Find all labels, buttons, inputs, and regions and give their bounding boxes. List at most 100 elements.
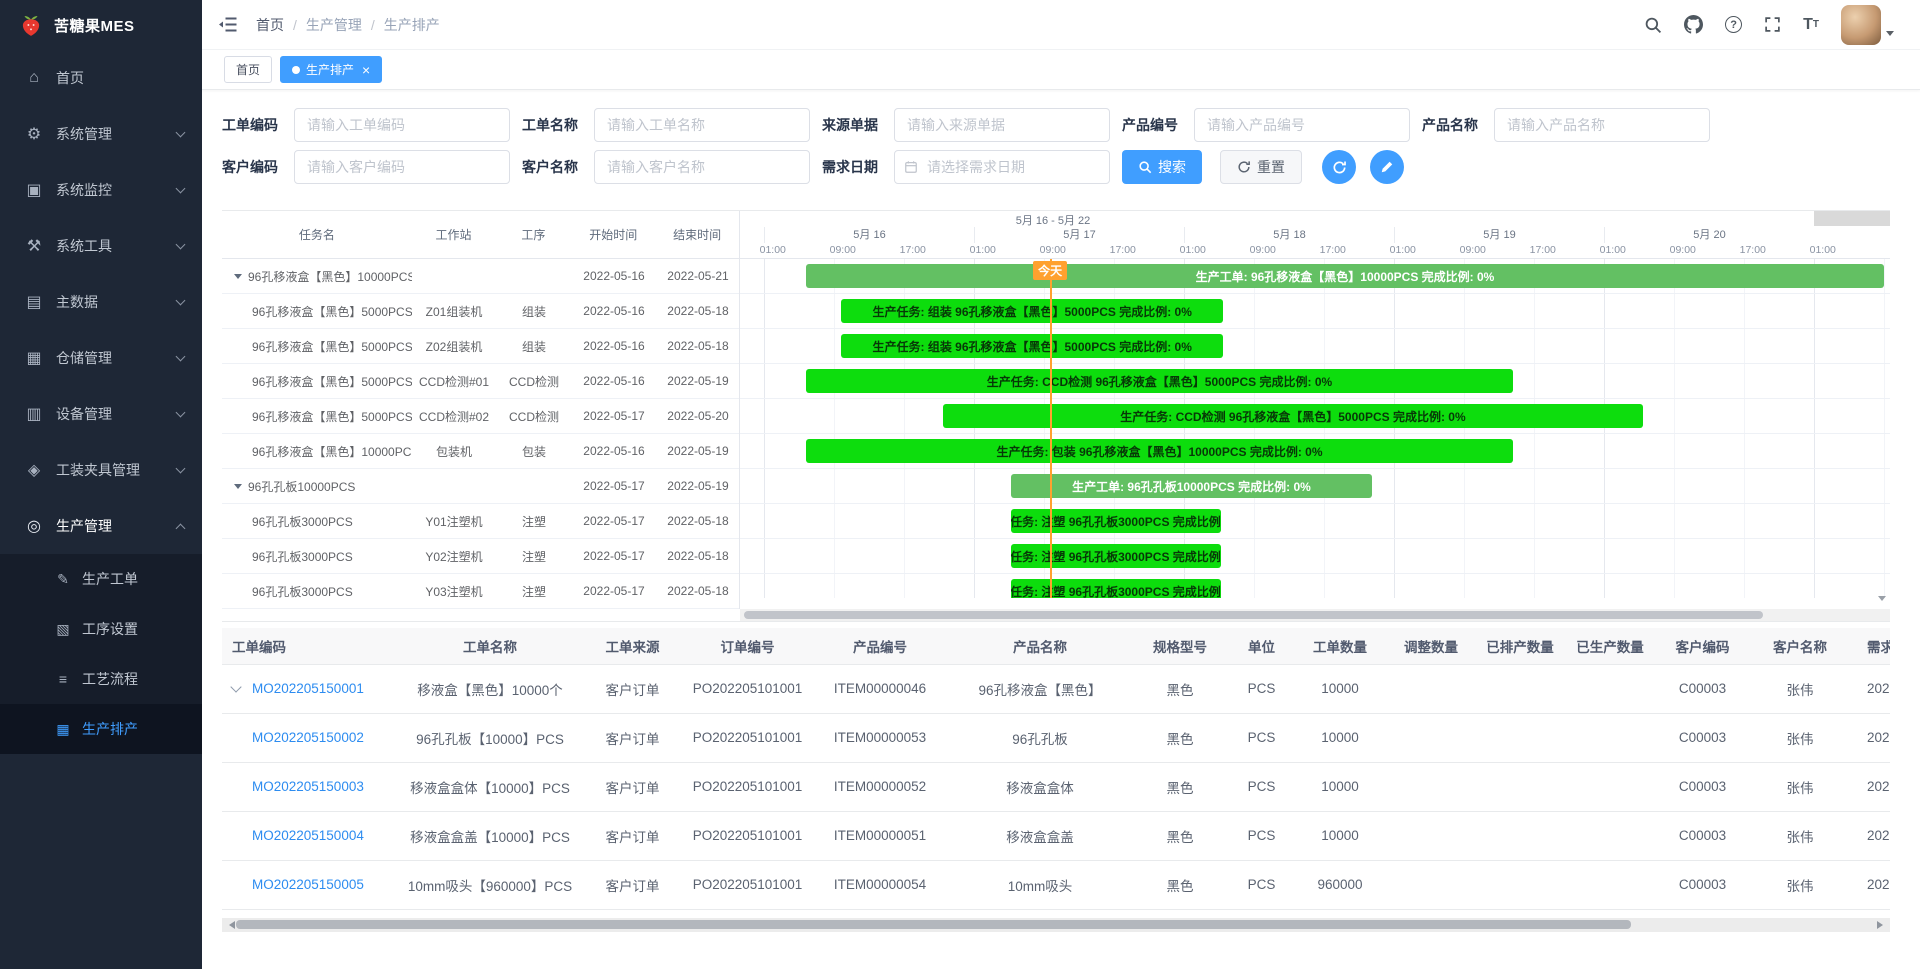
sidebar-toggle-icon[interactable]	[218, 16, 238, 33]
gantt-task-row[interactable]: 96孔移液盒【黑色】5000PCSCCD检测#02CCD检测2022-05-17…	[222, 399, 739, 434]
tools-icon: ⚒	[24, 236, 44, 256]
sidebar-item-7[interactable]: ▥设备管理	[0, 386, 202, 442]
tab-label: 首页	[236, 61, 260, 78]
orders-hscroll-thumb[interactable]	[236, 920, 1631, 929]
fullscreen-icon[interactable]	[1764, 16, 1781, 33]
breadcrumb-item-2[interactable]: 生产管理	[306, 15, 362, 35]
sidebar-item-4[interactable]: ⚒系统工具	[0, 218, 202, 274]
search-button[interactable]: 搜索	[1122, 150, 1202, 184]
expand-caret-icon[interactable]	[230, 681, 241, 692]
gantt-task-row[interactable]: 96孔孔板3000PCSY02注塑机注塑2022-05-172022-05-18	[222, 539, 739, 574]
user-menu[interactable]	[1841, 5, 1894, 45]
gantt-cell: 2022-05-19	[656, 479, 740, 493]
user-avatar[interactable]	[1841, 5, 1881, 45]
gantt-task-row[interactable]: 96孔孔板3000PCSY03注塑机注塑2022-05-172022-05-18	[222, 574, 739, 609]
gantt-bar-task[interactable]: 生产任务: 组装 96孔移液盒【黑色】5000PCS 完成比例: 0%	[841, 334, 1223, 358]
workorder-link[interactable]: MO202205150002	[252, 730, 364, 745]
gantt-chart-row: 生产任务: 组装 96孔移液盒【黑色】5000PCS 完成比例: 0%	[740, 329, 1890, 364]
workorder-link[interactable]: MO202205150001	[252, 681, 364, 696]
workorder-link[interactable]: MO202205150003	[252, 779, 364, 794]
workorder-name-input[interactable]	[594, 108, 810, 142]
sidebar-item-3[interactable]: ▣系统监控	[0, 162, 202, 218]
workorder-link[interactable]: MO202205150005	[252, 877, 364, 892]
orders-cell: 黑色	[1135, 860, 1225, 909]
gantt-hscrollbar[interactable]	[740, 609, 1890, 621]
gantt-task-row[interactable]: 96孔移液盒【黑色】5000PCSZ02组装机组装2022-05-162022-…	[222, 329, 739, 364]
gantt-bar-order[interactable]: 生产工单: 96孔孔板10000PCS 完成比例: 0%	[1011, 474, 1372, 498]
help-icon[interactable]: ?	[1725, 16, 1742, 33]
edit-schedule-button[interactable]	[1370, 150, 1404, 184]
gantt-task-row[interactable]: 96孔移液盒【黑色】5000PCSZ01组装机组装2022-05-162022-…	[222, 294, 739, 329]
reset-button[interactable]: 重置	[1220, 150, 1302, 184]
sidebar-subitem-1[interactable]: ✎ 生产工单	[0, 554, 202, 604]
github-icon[interactable]	[1684, 15, 1703, 34]
demand-date-input[interactable]	[894, 150, 1110, 184]
gantt-task-row[interactable]: 96孔移液盒【黑色】10000PCS2022-05-162022-05-21	[222, 259, 739, 294]
product-code-input-wrap	[1194, 108, 1410, 142]
workorder-icon: ✎	[54, 571, 72, 588]
sidebar-item-5[interactable]: ▤主数据	[0, 274, 202, 330]
gantt-vscroll-down-icon[interactable]	[1878, 596, 1886, 605]
breadcrumb-item-1[interactable]: 首页	[256, 15, 284, 35]
gantt-task-row[interactable]: 96孔移液盒【黑色】10000PCS包装机包装2022-05-162022-05…	[222, 434, 739, 469]
caret-down-icon[interactable]	[234, 274, 242, 279]
gantt-task-row[interactable]: 96孔孔板3000PCSY01注塑机注塑2022-05-172022-05-18	[222, 504, 739, 539]
orders-hscrollbar[interactable]	[222, 918, 1890, 932]
sidebar-item-1[interactable]: ⌂首页	[0, 50, 202, 106]
gantt-bar-task[interactable]: 生产任务: 包装 96孔移液盒【黑色】10000PCS 完成比例: 0%	[806, 439, 1513, 463]
gantt-bar-task[interactable]: 生产任务: 注塑 96孔孔板3000PCS 完成比例: 0%	[1011, 509, 1221, 533]
orders-column-5: 产品编号	[815, 628, 945, 664]
customer-code-input[interactable]	[294, 150, 510, 184]
sidebar-subitem-3[interactable]: ≡工艺流程	[0, 654, 202, 704]
gantt-task-row[interactable]: 96孔孔板10000PCS2022-05-172022-05-19	[222, 469, 739, 504]
breadcrumb-item-3: 生产排产	[384, 15, 440, 35]
sidebar-item-6[interactable]: ▦仓储管理	[0, 330, 202, 386]
sidebar-item-label: 首页	[56, 68, 184, 88]
scroll-left-icon[interactable]	[225, 921, 235, 929]
orders-cell: 202	[1855, 664, 1890, 713]
refresh-schedule-button[interactable]	[1322, 150, 1356, 184]
gantt-bar-order[interactable]: 生产工单: 96孔移液盒【黑色】10000PCS 完成比例: 0%	[806, 264, 1884, 288]
orders-cell	[1480, 860, 1560, 909]
product-name-input[interactable]	[1494, 108, 1710, 142]
sidebar-subitem-label: 生产工单	[82, 569, 138, 589]
tab-2[interactable]: 生产排产×	[280, 56, 382, 83]
tab-close-icon[interactable]: ×	[362, 63, 370, 77]
gantt-day-label: 5月 19	[1394, 227, 1604, 243]
gantt-bar-task[interactable]: 生产任务: 组装 96孔移液盒【黑色】5000PCS 完成比例: 0%	[841, 299, 1223, 323]
gantt-task-row[interactable]: 96孔移液盒【黑色】5000PCSCCD检测#01CCD检测2022-05-16…	[222, 364, 739, 399]
gantt-bar-task[interactable]: 生产任务: 注塑 96孔孔板3000PCS 完成比例: 0%	[1011, 579, 1221, 598]
sidebar-item-9[interactable]: ◎生产管理	[0, 498, 202, 554]
customer-name-input[interactable]	[594, 150, 810, 184]
sidebar-item-8[interactable]: ◈工装夹具管理	[0, 442, 202, 498]
search-icon[interactable]	[1644, 16, 1662, 34]
orders-cell: PO202205101001	[680, 664, 815, 713]
font-size-icon[interactable]: TT	[1803, 17, 1819, 33]
workorder-link[interactable]: MO202205150004	[252, 828, 364, 843]
gantt-bar-task[interactable]: 生产任务: 注塑 96孔孔板3000PCS 完成比例: 0%	[1011, 544, 1221, 568]
task-name-label: 96孔孔板10000PCS	[248, 478, 355, 495]
sidebar-item-2[interactable]: ⚙系统管理	[0, 106, 202, 162]
gantt-cell: 2022-05-17	[572, 584, 656, 598]
sidebar-subitem-2[interactable]: ▧工序设置	[0, 604, 202, 654]
gantt-bar-task[interactable]: 生产任务: CCD检测 96孔移液盒【黑色】5000PCS 完成比例: 0%	[943, 404, 1644, 428]
workorder-code-input[interactable]	[294, 108, 510, 142]
scroll-right-icon[interactable]	[1877, 921, 1887, 929]
today-badge: 今天	[1033, 261, 1067, 280]
filter-row-1: 工单编码工单名称来源单据产品编号产品名称	[222, 108, 1890, 142]
orders-cell: 960000	[1298, 860, 1382, 909]
caret-down-icon[interactable]	[234, 484, 242, 489]
sidebar-subitem-4[interactable]: ▦生产排产	[0, 704, 202, 754]
orders-cell: PCS	[1225, 664, 1298, 713]
gantt-bar-task[interactable]: 生产任务: CCD检测 96孔移液盒【黑色】5000PCS 完成比例: 0%	[806, 369, 1513, 393]
orders-cell: ITEM00000052	[815, 762, 945, 811]
gantt-hscroll-thumb[interactable]	[744, 611, 1763, 619]
product-code-label: 产品编号	[1122, 115, 1186, 135]
sidebar: 苦糖果MES ⌂首页⚙系统管理▣系统监控⚒系统工具▤主数据▦仓储管理▥设备管理◈…	[0, 0, 202, 969]
demand-date-label: 需求日期	[822, 157, 886, 177]
search-icon	[1138, 160, 1152, 174]
tab-1[interactable]: 首页	[224, 56, 272, 83]
product-code-input[interactable]	[1194, 108, 1410, 142]
orders-cell: PO202205101001	[680, 811, 815, 860]
source-doc-input[interactable]	[894, 108, 1110, 142]
